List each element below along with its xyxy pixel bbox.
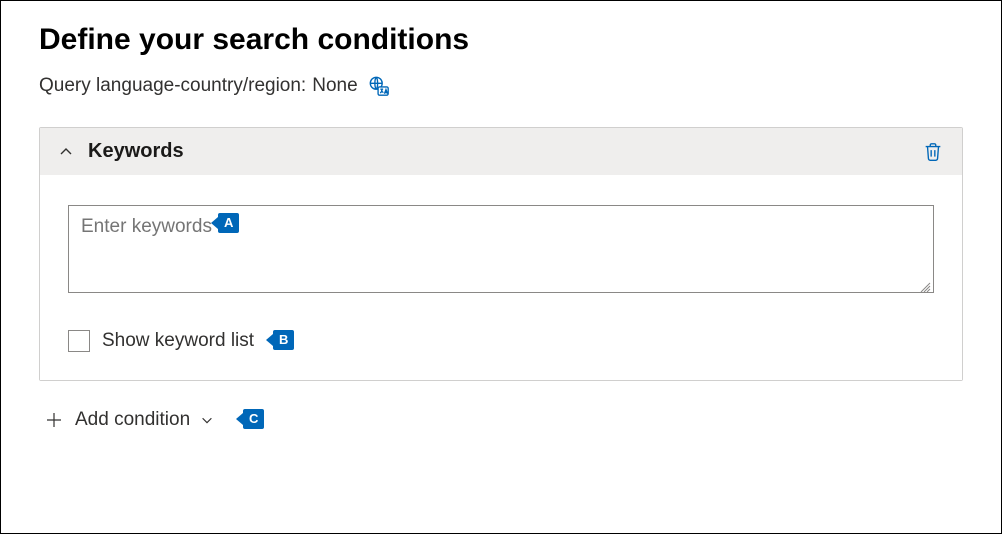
show-keyword-list-label: Show keyword list bbox=[102, 330, 254, 352]
keywords-input[interactable] bbox=[68, 205, 934, 293]
annotation-c: C bbox=[243, 409, 264, 429]
annotation-a: A bbox=[218, 213, 239, 233]
locale-label: Query language-country/region: bbox=[39, 75, 306, 97]
locale-value: None bbox=[312, 75, 357, 97]
keywords-panel-body: A Show keyword list B bbox=[40, 175, 962, 380]
keywords-panel-title: Keywords bbox=[88, 140, 922, 163]
annotation-b: B bbox=[273, 330, 294, 350]
page-title: Define your search conditions bbox=[39, 23, 963, 57]
search-conditions-frame: Define your search conditions Query lang… bbox=[0, 0, 1002, 534]
plus-icon bbox=[45, 411, 63, 429]
add-condition-button[interactable]: Add condition C bbox=[45, 409, 214, 431]
show-keyword-list-row[interactable]: Show keyword list B bbox=[68, 330, 934, 352]
chevron-up-icon bbox=[58, 144, 74, 160]
show-keyword-list-checkbox[interactable] bbox=[68, 330, 90, 352]
keywords-panel: Keywords A Show keyword list B bbox=[39, 127, 963, 381]
locale-row: Query language-country/region: None bbox=[39, 75, 963, 97]
add-condition-label: Add condition bbox=[75, 409, 190, 431]
language-icon[interactable] bbox=[368, 75, 390, 97]
keywords-panel-header[interactable]: Keywords bbox=[40, 128, 962, 175]
chevron-down-icon bbox=[200, 413, 214, 427]
delete-icon[interactable] bbox=[922, 141, 944, 163]
